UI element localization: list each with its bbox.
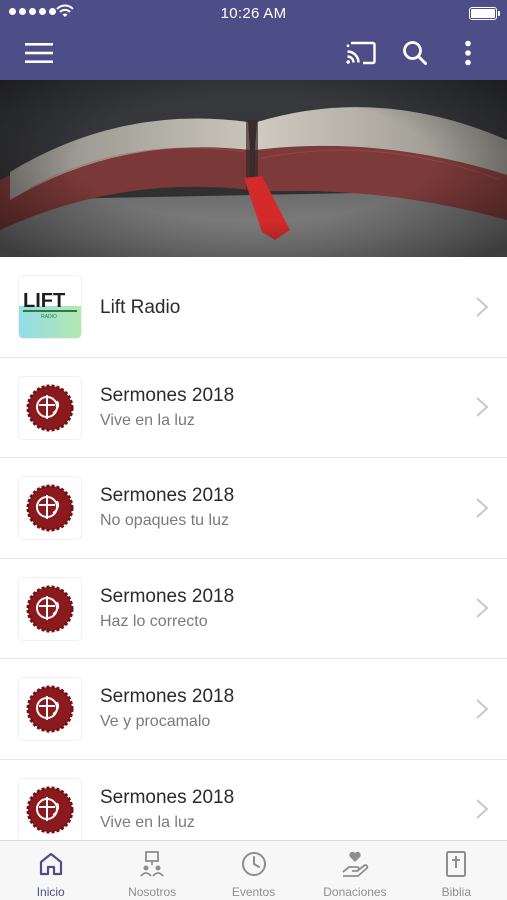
tab-donaciones[interactable]: Donaciones bbox=[304, 841, 405, 900]
status-bar: 10:26 AM bbox=[0, 0, 507, 26]
chevron-right-icon bbox=[476, 699, 489, 719]
chevron-right-icon bbox=[476, 397, 489, 417]
list-item-subtitle: Ve y procamalo bbox=[100, 713, 211, 730]
donation-hand-icon bbox=[342, 851, 369, 877]
church-seal-logo bbox=[19, 577, 81, 640]
list-item-title: Sermones 2018 bbox=[100, 485, 235, 506]
list-item[interactable]: LIFT RADIO Lift Radio bbox=[0, 257, 507, 358]
bible-icon bbox=[446, 851, 467, 877]
list-item-title: Sermones 2018 bbox=[100, 786, 235, 808]
church-seal-logo bbox=[19, 376, 81, 439]
clock-icon bbox=[241, 852, 266, 876]
tab-label: Donaciones bbox=[323, 885, 387, 899]
list-item[interactable]: Sermones 2018 Ve y procamalo bbox=[0, 659, 507, 760]
list-item-title: Sermones 2018 bbox=[100, 384, 235, 406]
list-item[interactable]: Sermones 2018 Haz lo correcto bbox=[0, 559, 507, 659]
svg-text:RADIO: RADIO bbox=[41, 314, 57, 320]
status-time: 10:26 AM bbox=[220, 5, 287, 22]
svg-text:LIFT: LIFT bbox=[23, 290, 65, 312]
more-vertical-icon[interactable] bbox=[446, 26, 490, 80]
app-bar bbox=[0, 26, 507, 80]
home-icon bbox=[39, 852, 62, 876]
tab-label: Nosotros bbox=[128, 885, 177, 899]
tab-label: Inicio bbox=[36, 885, 65, 899]
list-item[interactable]: Sermones 2018 No opaques tu luz bbox=[0, 458, 507, 559]
church-seal-logo bbox=[19, 678, 81, 740]
church-seal-logo bbox=[19, 778, 81, 840]
search-icon[interactable] bbox=[393, 26, 437, 80]
hero-image bbox=[0, 80, 507, 257]
chevron-right-icon bbox=[476, 799, 489, 819]
list-item[interactable]: Sermones 2018 Vive en la luz bbox=[0, 760, 507, 840]
chevron-right-icon bbox=[476, 498, 489, 518]
people-icon bbox=[140, 851, 164, 877]
tab-biblia[interactable]: Biblia bbox=[406, 841, 507, 900]
tab-eventos[interactable]: Eventos bbox=[203, 841, 304, 900]
chevron-right-icon bbox=[476, 297, 489, 317]
list-item-subtitle: No opaques tu luz bbox=[100, 512, 229, 529]
tab-label: Eventos bbox=[231, 885, 276, 899]
hamburger-menu-icon[interactable] bbox=[17, 26, 61, 80]
list-item-subtitle: Haz lo correcto bbox=[100, 612, 208, 630]
list-item-title: Sermones 2018 bbox=[100, 686, 235, 707]
chevron-right-icon bbox=[476, 598, 489, 618]
church-seal-logo bbox=[19, 477, 81, 539]
tab-inicio[interactable]: Inicio bbox=[0, 841, 101, 900]
cast-icon[interactable] bbox=[339, 26, 383, 80]
list-item-title: Sermones 2018 bbox=[100, 585, 235, 607]
list-item-subtitle: Vive en la luz bbox=[100, 411, 195, 429]
lift-radio-logo: LIFT RADIO bbox=[19, 276, 81, 338]
open-bible-photo bbox=[0, 80, 507, 257]
list-item-title: Lift Radio bbox=[100, 297, 181, 318]
list-item[interactable]: Sermones 2018 Vive en la luz bbox=[0, 358, 507, 458]
bottom-tab-bar: Inicio Nosotros Eventos Donaciones Bibli… bbox=[0, 840, 507, 900]
battery-icon bbox=[469, 7, 500, 20]
content-list: LIFT RADIO Lift Radio Sermones 2018 Vive… bbox=[0, 257, 507, 840]
tab-label: Biblia bbox=[441, 885, 471, 899]
tab-nosotros[interactable]: Nosotros bbox=[101, 841, 202, 900]
list-item-subtitle: Vive en la luz bbox=[100, 813, 195, 831]
